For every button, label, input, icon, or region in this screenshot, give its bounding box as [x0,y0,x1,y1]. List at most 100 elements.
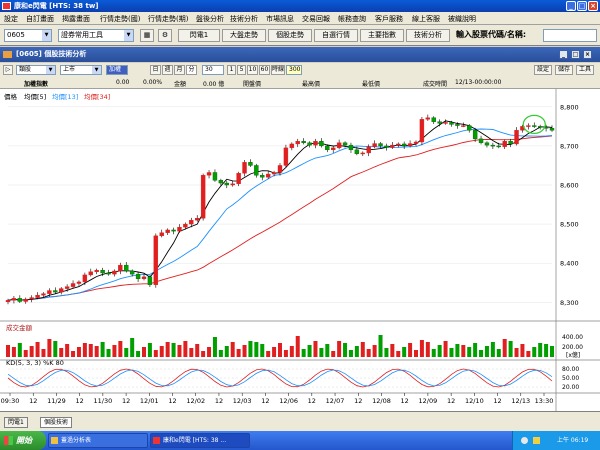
x-tick-label: 12/02 [186,397,205,405]
stock-code-select[interactable]: 0605 ▼ [4,29,52,42]
candle-down [484,142,490,146]
volume-bar [313,341,318,357]
toolbar-button-watchlist[interactable]: 自選行情 [314,29,358,42]
candle-down [342,142,348,146]
interval-10-button[interactable]: 10 [247,65,258,75]
candle-down [53,290,58,293]
candle-down [325,145,330,151]
settings-tool-icon[interactable]: ⚙ [158,29,172,42]
category-select[interactable]: 類股 ▼ [16,65,56,75]
interval-5-button[interactable]: 5 [237,65,246,75]
candle-up [366,146,371,154]
tool-select[interactable]: 證券常用工具 ▼ [58,29,134,42]
candle-up [88,271,93,276]
taskbar-item-hts[interactable]: 康和e閃電 [HTS: 38 ... [150,433,250,448]
technical-chart[interactable]: 8,800 8,700 8,600 8,500 8,400 8,300 09:30 12 11… [0,89,600,411]
volume-bar [59,348,64,357]
volume-bar [473,343,478,357]
interval-1-button[interactable]: 1 [227,65,236,75]
volume-bar [165,342,170,357]
count-field[interactable]: 300 [286,65,302,75]
expand-icon[interactable]: ▷ [3,65,13,75]
candle-down [431,117,436,122]
save-button[interactable]: 儲存 [555,65,573,75]
settings-button[interactable]: 設定 [534,65,552,75]
volume-bar [236,349,241,357]
interval-60-button[interactable]: 60 [259,65,270,75]
toolbar-button-technical[interactable]: 技術分析 [406,29,450,42]
candle-down [508,141,513,145]
menu-item-online-support[interactable]: 線上客服 [412,14,440,24]
start-button[interactable]: 開始 [0,431,46,450]
candle-up [336,142,342,149]
menu-item-help[interactable]: 被織說明 [448,14,476,24]
volume-icon[interactable] [521,437,528,444]
inner-minimize-icon[interactable]: _ [559,50,568,59]
menu-item-service[interactable]: 客戶服務 [375,14,403,24]
menu-item-market-news[interactable]: 市場訊息 [266,14,294,24]
start-label: 開始 [16,436,32,445]
minimize-icon[interactable]: _ [566,1,576,11]
chart-tool-icon[interactable]: ▦ [140,29,154,42]
inner-maximize-icon[interactable]: □ [571,50,580,59]
tab-stock-technical[interactable]: 個股技術 [40,417,73,428]
period-month-button[interactable]: 月 [174,65,185,75]
volume-tick-label: 200.00 [562,344,583,351]
candle-up [242,162,247,174]
volume-bar [307,345,312,357]
search-input[interactable] [543,29,597,42]
menu-item-account[interactable]: 帳務查詢 [338,14,366,24]
market-value: 上市 [63,66,76,73]
interval-select[interactable]: 30 [202,65,224,75]
toolbar-button-stock-trend[interactable]: 個股走勢 [268,29,312,42]
maximize-icon[interactable]: □ [577,1,587,11]
menu-item-disclosure[interactable]: 揭露畫面 [62,14,90,24]
market-select[interactable]: 上市 ▼ [60,65,102,75]
toolbar-button-index-trend[interactable]: 大盤走勢 [222,29,266,42]
x-tick-label: 12/08 [372,397,391,405]
volume-bar [71,351,76,357]
inner-close-icon[interactable]: × [583,50,592,59]
candle-down [384,145,389,148]
volume-bar [283,350,288,357]
tab-flash1[interactable]: 閃電1 [4,417,28,428]
menu-item-settings[interactable]: 設定 [4,14,18,24]
close-icon[interactable]: × [588,1,598,11]
candle-down [17,298,23,302]
period-minute-button[interactable]: 分 [186,65,197,75]
candle-up [29,297,34,300]
menu-item-after-hours[interactable]: 盤後分析 [196,14,224,24]
volume-bar [484,346,489,357]
volume-bar [11,347,16,357]
candle-down [224,182,229,186]
candle-up [159,232,164,237]
menu-item-trade-report[interactable]: 交易回報 [302,14,330,24]
volume-bar [508,341,513,357]
tools-button[interactable]: 工具 [576,65,594,75]
period-week-button[interactable]: 週 [162,65,173,75]
symbol-select[interactable]: 加權 [106,65,128,75]
legend-ma13: 均價[13] [52,92,78,101]
toolbar-button-main-index[interactable]: 主要指數 [360,29,404,42]
period-day-button[interactable]: 日 [150,65,161,75]
network-icon[interactable] [533,437,540,444]
menu-item-technical[interactable]: 技術分析 [230,14,258,24]
taskbar-item-label: 蓋過分析表 [61,437,92,444]
volume-bar [343,343,348,357]
time-label: 成交時間 [423,81,448,88]
volume-bar [195,344,200,357]
menu-item-custom-view[interactable]: 自訂畫面 [26,14,54,24]
chart-svg[interactable]: 8,800 8,700 8,600 8,500 8,400 8,300 09:30 12 11… [0,89,600,411]
mode-button[interactable]: 時線 [271,65,285,75]
candle-up [283,147,289,166]
volume-bar [455,344,460,357]
volume-bar [136,351,141,357]
symbol-value: 加權 [109,66,122,73]
volume-bar [242,345,247,357]
menu-item-quotes-domestic[interactable]: 行情走勢(國) [100,14,140,24]
menu-item-quotes-futures[interactable]: 行情走勢(期) [148,14,188,24]
taskbar-item-analysis[interactable]: 蓋過分析表 [48,433,148,448]
toolbar-button-flash1[interactable]: 閃電1 [178,29,220,42]
candle-up [419,119,425,143]
candle-up [413,141,419,144]
